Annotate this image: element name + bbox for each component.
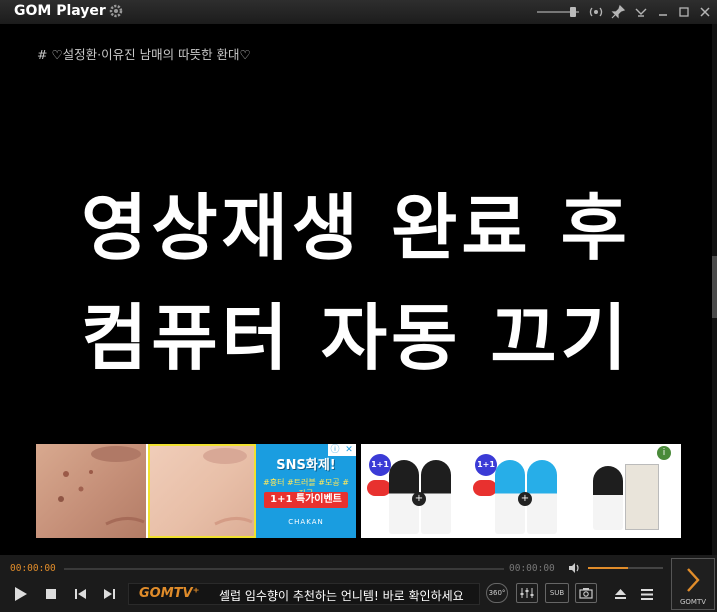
- current-time: 00:00:00: [10, 563, 56, 574]
- product-box-icon: [625, 464, 659, 530]
- gomtv-logo: GOMTV⁺: [139, 586, 200, 601]
- ad-badge-1: 1+1: [369, 454, 391, 476]
- chevron-right-icon: [687, 568, 700, 592]
- gomtv-ticker[interactable]: GOMTV⁺ 셀럽 임수향이 추천하는 언니템! 바로 확인하세요: [128, 583, 480, 605]
- control-bar: 00:00:00 00:00:00 GOMTV⁺ 셀럽 임수향이 추천하는 언니…: [0, 555, 717, 612]
- ad-promo-button[interactable]: 1+1 특가이벤트: [264, 492, 348, 508]
- skip-next-icon: [104, 589, 115, 599]
- subtitle-button[interactable]: SUB: [545, 583, 569, 603]
- volume-icon[interactable]: [568, 562, 582, 574]
- plus-icon: +: [518, 492, 532, 506]
- ad-before-photo: [36, 444, 146, 538]
- ad-banner-right[interactable]: 1+1 + 1+1 + i: [361, 444, 681, 538]
- ad-info-icon[interactable]: i: [657, 446, 671, 460]
- ad-badge-2: 1+1: [475, 454, 497, 476]
- stop-button[interactable]: [40, 583, 62, 605]
- headline-line-2: 컴퓨터 자동 끄기: [81, 296, 631, 380]
- gear-icon[interactable]: [108, 3, 124, 19]
- equalizer-button[interactable]: [516, 583, 538, 603]
- maximize-icon[interactable]: [676, 4, 692, 20]
- camera-icon: [579, 588, 593, 599]
- close-icon[interactable]: [697, 4, 713, 20]
- playlist-toggle-icon[interactable]: [633, 4, 649, 20]
- eject-button[interactable]: [610, 583, 630, 605]
- broadcast-icon[interactable]: [588, 4, 604, 20]
- ad-promo-panel[interactable]: SNS화제! #흉터 #트러블 #모공 #자국 1+1 특가이벤트 CHAKAN: [256, 444, 356, 538]
- menu-button[interactable]: [637, 583, 657, 605]
- capture-button[interactable]: [575, 583, 597, 603]
- side-scrollbar[interactable]: [712, 24, 717, 555]
- title-bar: GOM Player: [0, 0, 717, 24]
- ad-sns-headline: SNS화제!: [276, 458, 336, 473]
- ticker-text: 셀럽 임수향이 추천하는 언니템! 바로 확인하세요: [219, 589, 464, 603]
- gomtv-panel-button[interactable]: GOMTV: [671, 558, 715, 610]
- seek-bar[interactable]: [64, 568, 504, 570]
- opacity-slider-handle[interactable]: [570, 7, 576, 17]
- previous-button[interactable]: [70, 583, 92, 605]
- ad-close-icon[interactable]: ✕: [342, 444, 356, 456]
- minimize-icon[interactable]: [655, 4, 671, 20]
- app-title: GOM Player: [14, 3, 106, 19]
- eject-icon: [614, 589, 626, 599]
- gomtv-button-label: GOMTV: [679, 598, 707, 606]
- ad-sale-tag-icon: [473, 480, 497, 496]
- stop-icon: [46, 589, 56, 599]
- vr360-button[interactable]: 360°: [486, 583, 508, 603]
- plus-icon: +: [412, 492, 426, 506]
- play-icon: [15, 587, 27, 601]
- ad-after-photo: [148, 444, 256, 538]
- skip-previous-icon: [75, 589, 86, 599]
- ad-banner-left[interactable]: SNS화제! #흉터 #트러블 #모공 #자국 1+1 특가이벤트 CHAKAN…: [36, 444, 356, 538]
- headline-line-1: 영상재생 완료 후: [81, 186, 631, 270]
- next-button[interactable]: [98, 583, 120, 605]
- video-area[interactable]: # ♡설정환·이유진 남매의 따뜻한 환대♡ 영상재생 완료 후 컴퓨터 자동 …: [0, 24, 712, 555]
- volume-slider[interactable]: [588, 567, 663, 569]
- product-bottle-icon: [593, 466, 623, 530]
- volume-level: [588, 567, 628, 569]
- ad-info-icon[interactable]: ⓘ: [328, 444, 342, 456]
- equalizer-icon: [520, 588, 534, 598]
- play-button[interactable]: [8, 583, 32, 605]
- ad-brand: CHAKAN: [288, 518, 324, 526]
- total-time: 00:00:00: [509, 563, 555, 574]
- menu-icon: [641, 588, 653, 600]
- side-scrollbar-thumb[interactable]: [712, 256, 717, 318]
- pin-icon[interactable]: [610, 4, 626, 20]
- ad-sale-tag-icon: [367, 480, 391, 496]
- video-caption: # ♡설정환·이유진 남매의 따뜻한 환대♡: [37, 47, 251, 62]
